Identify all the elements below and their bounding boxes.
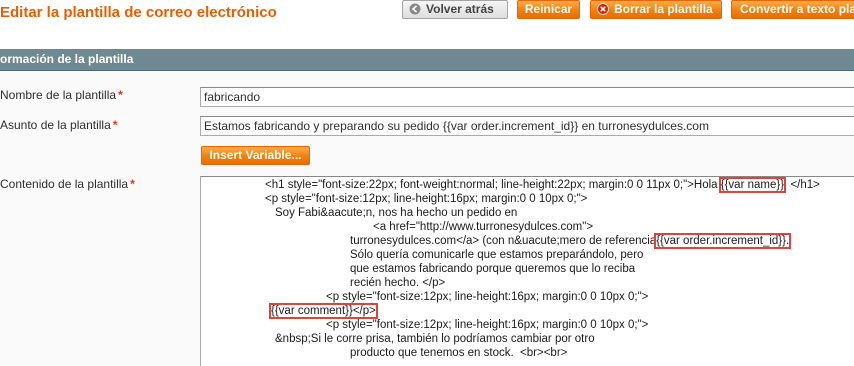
template-name-label: Nombre de la plantilla * bbox=[0, 88, 123, 102]
template-subject-label: Asunto de la plantilla * bbox=[0, 118, 118, 132]
code-line: {{var comment}}</p> bbox=[269, 303, 378, 319]
code-line: que estamos fabricando porque queremos q… bbox=[350, 263, 636, 275]
delete-icon bbox=[597, 2, 609, 15]
code-line: <p style="font-size:12px; line-height:16… bbox=[265, 193, 588, 205]
code-line: <p style="font-size:12px; line-height:16… bbox=[326, 319, 649, 331]
delete-template-button[interactable]: Borrar la plantilla bbox=[590, 0, 722, 19]
highlight-var-name: {{var name}} bbox=[718, 177, 787, 193]
reset-button[interactable]: Reinicar bbox=[517, 0, 580, 19]
section-header: ormación de la plantilla bbox=[0, 49, 854, 71]
highlight-var-comment: {{var comment}}</p> bbox=[269, 303, 378, 319]
template-content-label: Contenido de la plantilla * bbox=[0, 177, 135, 191]
template-content-editor[interactable]: <h1 style="font-size:22px; font-weight:n… bbox=[200, 176, 854, 366]
code-line: Sólo quería comunicarle que estamos prep… bbox=[350, 249, 644, 261]
code-line: recién hecho. </p> bbox=[350, 277, 446, 289]
code-line: turronesydulces.com</a> (con n&uacute;me… bbox=[350, 233, 792, 249]
template-subject-input[interactable]: Estamos fabricando y preparando su pedid… bbox=[200, 116, 854, 136]
code-line: producto que tenemos en stock. <br><br> bbox=[350, 347, 568, 359]
delete-button-label: Borrar la plantilla bbox=[614, 2, 713, 16]
code-line: <a href="http://www.turronesydulces.com"… bbox=[373, 221, 594, 233]
back-button-label: Volver atrás bbox=[426, 2, 494, 16]
page-title: Editar la plantilla de correo electrónic… bbox=[0, 4, 277, 21]
code-line: <h1 style="font-size:22px; font-weight:n… bbox=[265, 177, 820, 193]
code-line: <p style="font-size:12px; line-height:16… bbox=[326, 291, 649, 303]
back-button[interactable]: Volver atrás bbox=[402, 0, 508, 19]
convert-to-text-button[interactable]: Convertir a texto pla bbox=[731, 0, 854, 19]
highlight-var-order-id: {{var order.increment_id}}. bbox=[654, 233, 792, 249]
code-line: Soy Fabi&aacute;n, nos ha hecho un pedid… bbox=[275, 207, 518, 219]
insert-variable-button[interactable]: Insert Variable... bbox=[201, 146, 310, 165]
back-arrow-icon bbox=[409, 3, 421, 15]
code-line: &nbsp;Si le corre prisa, también lo podr… bbox=[275, 333, 595, 345]
template-name-input[interactable]: fabricando bbox=[200, 87, 854, 107]
